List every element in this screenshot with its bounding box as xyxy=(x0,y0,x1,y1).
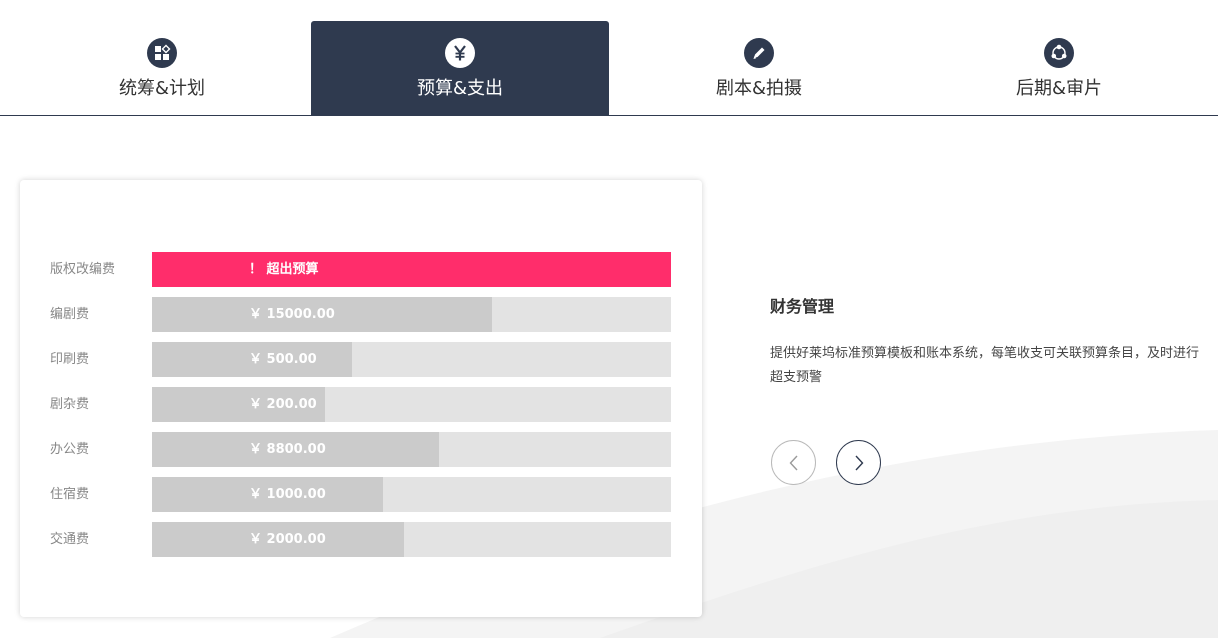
grid-shapes-icon xyxy=(147,38,177,68)
share-nodes-icon xyxy=(1044,38,1074,68)
next-button[interactable] xyxy=(836,440,881,485)
feature-description: 提供好莱坞标准预算模板和账本系统，每笔收支可关联预算条目，及时进行超支预警 xyxy=(770,346,1200,385)
budget-row: 办公费 ￥ 8800.00 xyxy=(20,432,702,467)
budget-amount: ！ 超出预算 xyxy=(249,262,319,277)
tab-label: 剧本&拍摄 xyxy=(715,78,803,99)
budget-item-name: 办公费 xyxy=(50,442,90,457)
tab-label: 后期&审片 xyxy=(1015,78,1103,99)
budget-item-name: 住宿费 xyxy=(50,487,90,502)
budget-row: 印刷费 ￥ 500.00 xyxy=(20,342,702,377)
budget-amount: ￥ 1000.00 xyxy=(249,487,326,502)
budget-amount: ￥ 2000.00 xyxy=(249,532,326,547)
budget-bar: ￥ 500.00 xyxy=(152,342,671,377)
budget-amount: ￥ 500.00 xyxy=(249,352,317,367)
budget-amount: ￥ 8800.00 xyxy=(249,442,326,457)
yen-icon xyxy=(445,38,475,68)
budget-bar: ￥ 1000.00 xyxy=(152,477,671,512)
tab-post-production[interactable]: 后期&审片 xyxy=(910,21,1208,116)
previous-button[interactable] xyxy=(771,440,816,485)
budget-item-name: 编剧费 xyxy=(50,307,90,322)
budget-bar: ￥ 200.00 xyxy=(152,387,671,422)
budget-row: 编剧费 ￥ 15000.00 xyxy=(20,297,702,332)
budget-item-name: 剧杂费 xyxy=(50,397,90,412)
tab-planning[interactable]: 统筹&计划 xyxy=(13,21,311,116)
tab-script[interactable]: 剧本&拍摄 xyxy=(610,21,908,116)
budget-row: 版权改编费 ！ 超出预算 xyxy=(20,252,702,287)
budget-row: 剧杂费 ￥ 200.00 xyxy=(20,387,702,422)
budget-amount: ￥ 15000.00 xyxy=(249,307,335,322)
budget-item-name: 交通费 xyxy=(50,532,90,547)
budget-card: 版权改编费 ！ 超出预算 编剧费 ￥ 15000.00 印刷费 ￥ 500.00… xyxy=(20,180,702,617)
tab-budget[interactable]: 预算&支出 xyxy=(311,21,609,116)
budget-bar: ￥ 8800.00 xyxy=(152,432,671,467)
budget-row: 交通费 ￥ 2000.00 xyxy=(20,522,702,557)
budget-bar: ￥ 2000.00 xyxy=(152,522,671,557)
budget-item-name: 印刷费 xyxy=(50,352,90,367)
feature-title: 财务管理 xyxy=(770,297,835,316)
budget-bar: ￥ 15000.00 xyxy=(152,297,671,332)
budget-row: 住宿费 ￥ 1000.00 xyxy=(20,477,702,512)
tab-label: 统筹&计划 xyxy=(118,78,206,99)
tab-label: 预算&支出 xyxy=(416,78,504,99)
budget-bar: ！ 超出预算 xyxy=(152,252,671,287)
feature-tab-bar: 统筹&计划 预算&支出 剧本&拍摄 后期&审片 xyxy=(0,0,1218,116)
chevron-left-icon xyxy=(789,455,798,470)
chevron-right-icon xyxy=(854,455,863,470)
pencil-icon xyxy=(744,38,774,68)
budget-amount: ￥ 200.00 xyxy=(249,397,317,412)
budget-item-name: 版权改编费 xyxy=(50,262,116,277)
